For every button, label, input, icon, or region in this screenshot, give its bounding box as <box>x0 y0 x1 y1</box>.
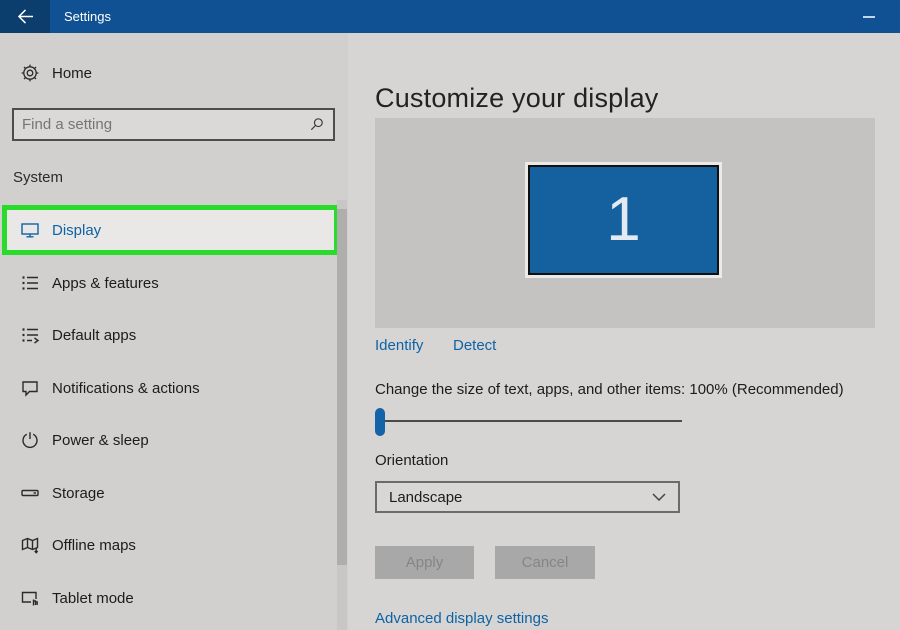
sidebar-item-label: Default apps <box>52 326 137 344</box>
sidebar-item-offline-maps[interactable]: Offline maps <box>0 520 338 570</box>
gear-icon <box>20 63 40 83</box>
arrow-left-icon <box>17 9 34 24</box>
display-preview-area: 1 <box>375 118 875 328</box>
sidebar-item-home[interactable]: Home <box>0 55 348 91</box>
map-icon <box>20 535 40 555</box>
sidebar-item-display[interactable]: Display <box>2 205 339 255</box>
search-icon[interactable] <box>307 116 325 134</box>
chat-bubble-icon <box>20 378 40 398</box>
sidebar-item-notifications[interactable]: Notifications & actions <box>0 363 338 413</box>
sidebar-item-label: Offline maps <box>52 536 136 554</box>
sidebar-item-apps-features[interactable]: Apps & features <box>0 258 338 308</box>
system-section-label: System <box>13 169 64 186</box>
main-content: Customize your display 1 Identify Detect… <box>348 33 900 630</box>
sidebar-item-label: Tablet mode <box>52 589 134 607</box>
page-title: Customize your display <box>375 83 659 113</box>
sidebar-item-label: Apps & features <box>52 274 159 292</box>
chevron-down-icon <box>652 493 666 501</box>
scale-description: Change the size of text, apps, and other… <box>375 381 844 398</box>
monitor-icon <box>20 220 40 240</box>
sidebar-item-storage[interactable]: Storage <box>0 468 338 518</box>
advanced-display-settings-link[interactable]: Advanced display settings <box>375 610 548 627</box>
scale-slider-thumb[interactable] <box>375 408 385 436</box>
titlebar: Settings <box>0 0 900 33</box>
search-input[interactable] <box>14 116 307 133</box>
sidebar-item-tablet-mode[interactable]: Tablet mode <box>0 573 338 623</box>
default-apps-icon <box>20 325 40 345</box>
settings-window: Settings Home Find a setting System Disp… <box>0 0 900 630</box>
apps-list-icon <box>20 273 40 293</box>
monitor-1-preview[interactable]: 1 <box>528 165 719 275</box>
storage-drive-icon <box>20 483 40 503</box>
detect-link[interactable]: Detect <box>453 337 496 354</box>
sidebar-item-label: Power & sleep <box>52 431 149 449</box>
window-title: Settings <box>64 9 111 24</box>
sidebar-home-label: Home <box>52 64 93 82</box>
sidebar-item-label: Notifications & actions <box>52 379 200 397</box>
sidebar-item-power-sleep[interactable]: Power & sleep <box>0 415 338 465</box>
sidebar: Home System Display <box>0 33 348 630</box>
apply-button[interactable]: Apply <box>375 546 474 579</box>
orientation-label: Orientation <box>375 452 449 469</box>
cancel-button[interactable]: Cancel <box>495 546 595 579</box>
monitor-number: 1 <box>606 185 641 254</box>
minimize-button[interactable] <box>846 0 892 33</box>
sidebar-item-label: Storage <box>52 484 105 502</box>
sidebar-item-label: Display <box>52 221 102 239</box>
back-button[interactable] <box>0 0 50 33</box>
sidebar-scrollbar-thumb[interactable] <box>337 209 347 565</box>
sidebar-item-default-apps[interactable]: Default apps <box>0 310 338 360</box>
orientation-selected-value: Landscape <box>389 488 463 506</box>
tablet-touch-icon <box>20 588 40 608</box>
scale-slider-track[interactable] <box>375 420 682 422</box>
identify-link[interactable]: Identify <box>375 337 423 354</box>
orientation-dropdown[interactable]: Landscape <box>375 481 680 513</box>
power-icon <box>20 430 40 450</box>
minimize-dash-icon <box>863 15 875 18</box>
search-box[interactable] <box>12 108 335 141</box>
